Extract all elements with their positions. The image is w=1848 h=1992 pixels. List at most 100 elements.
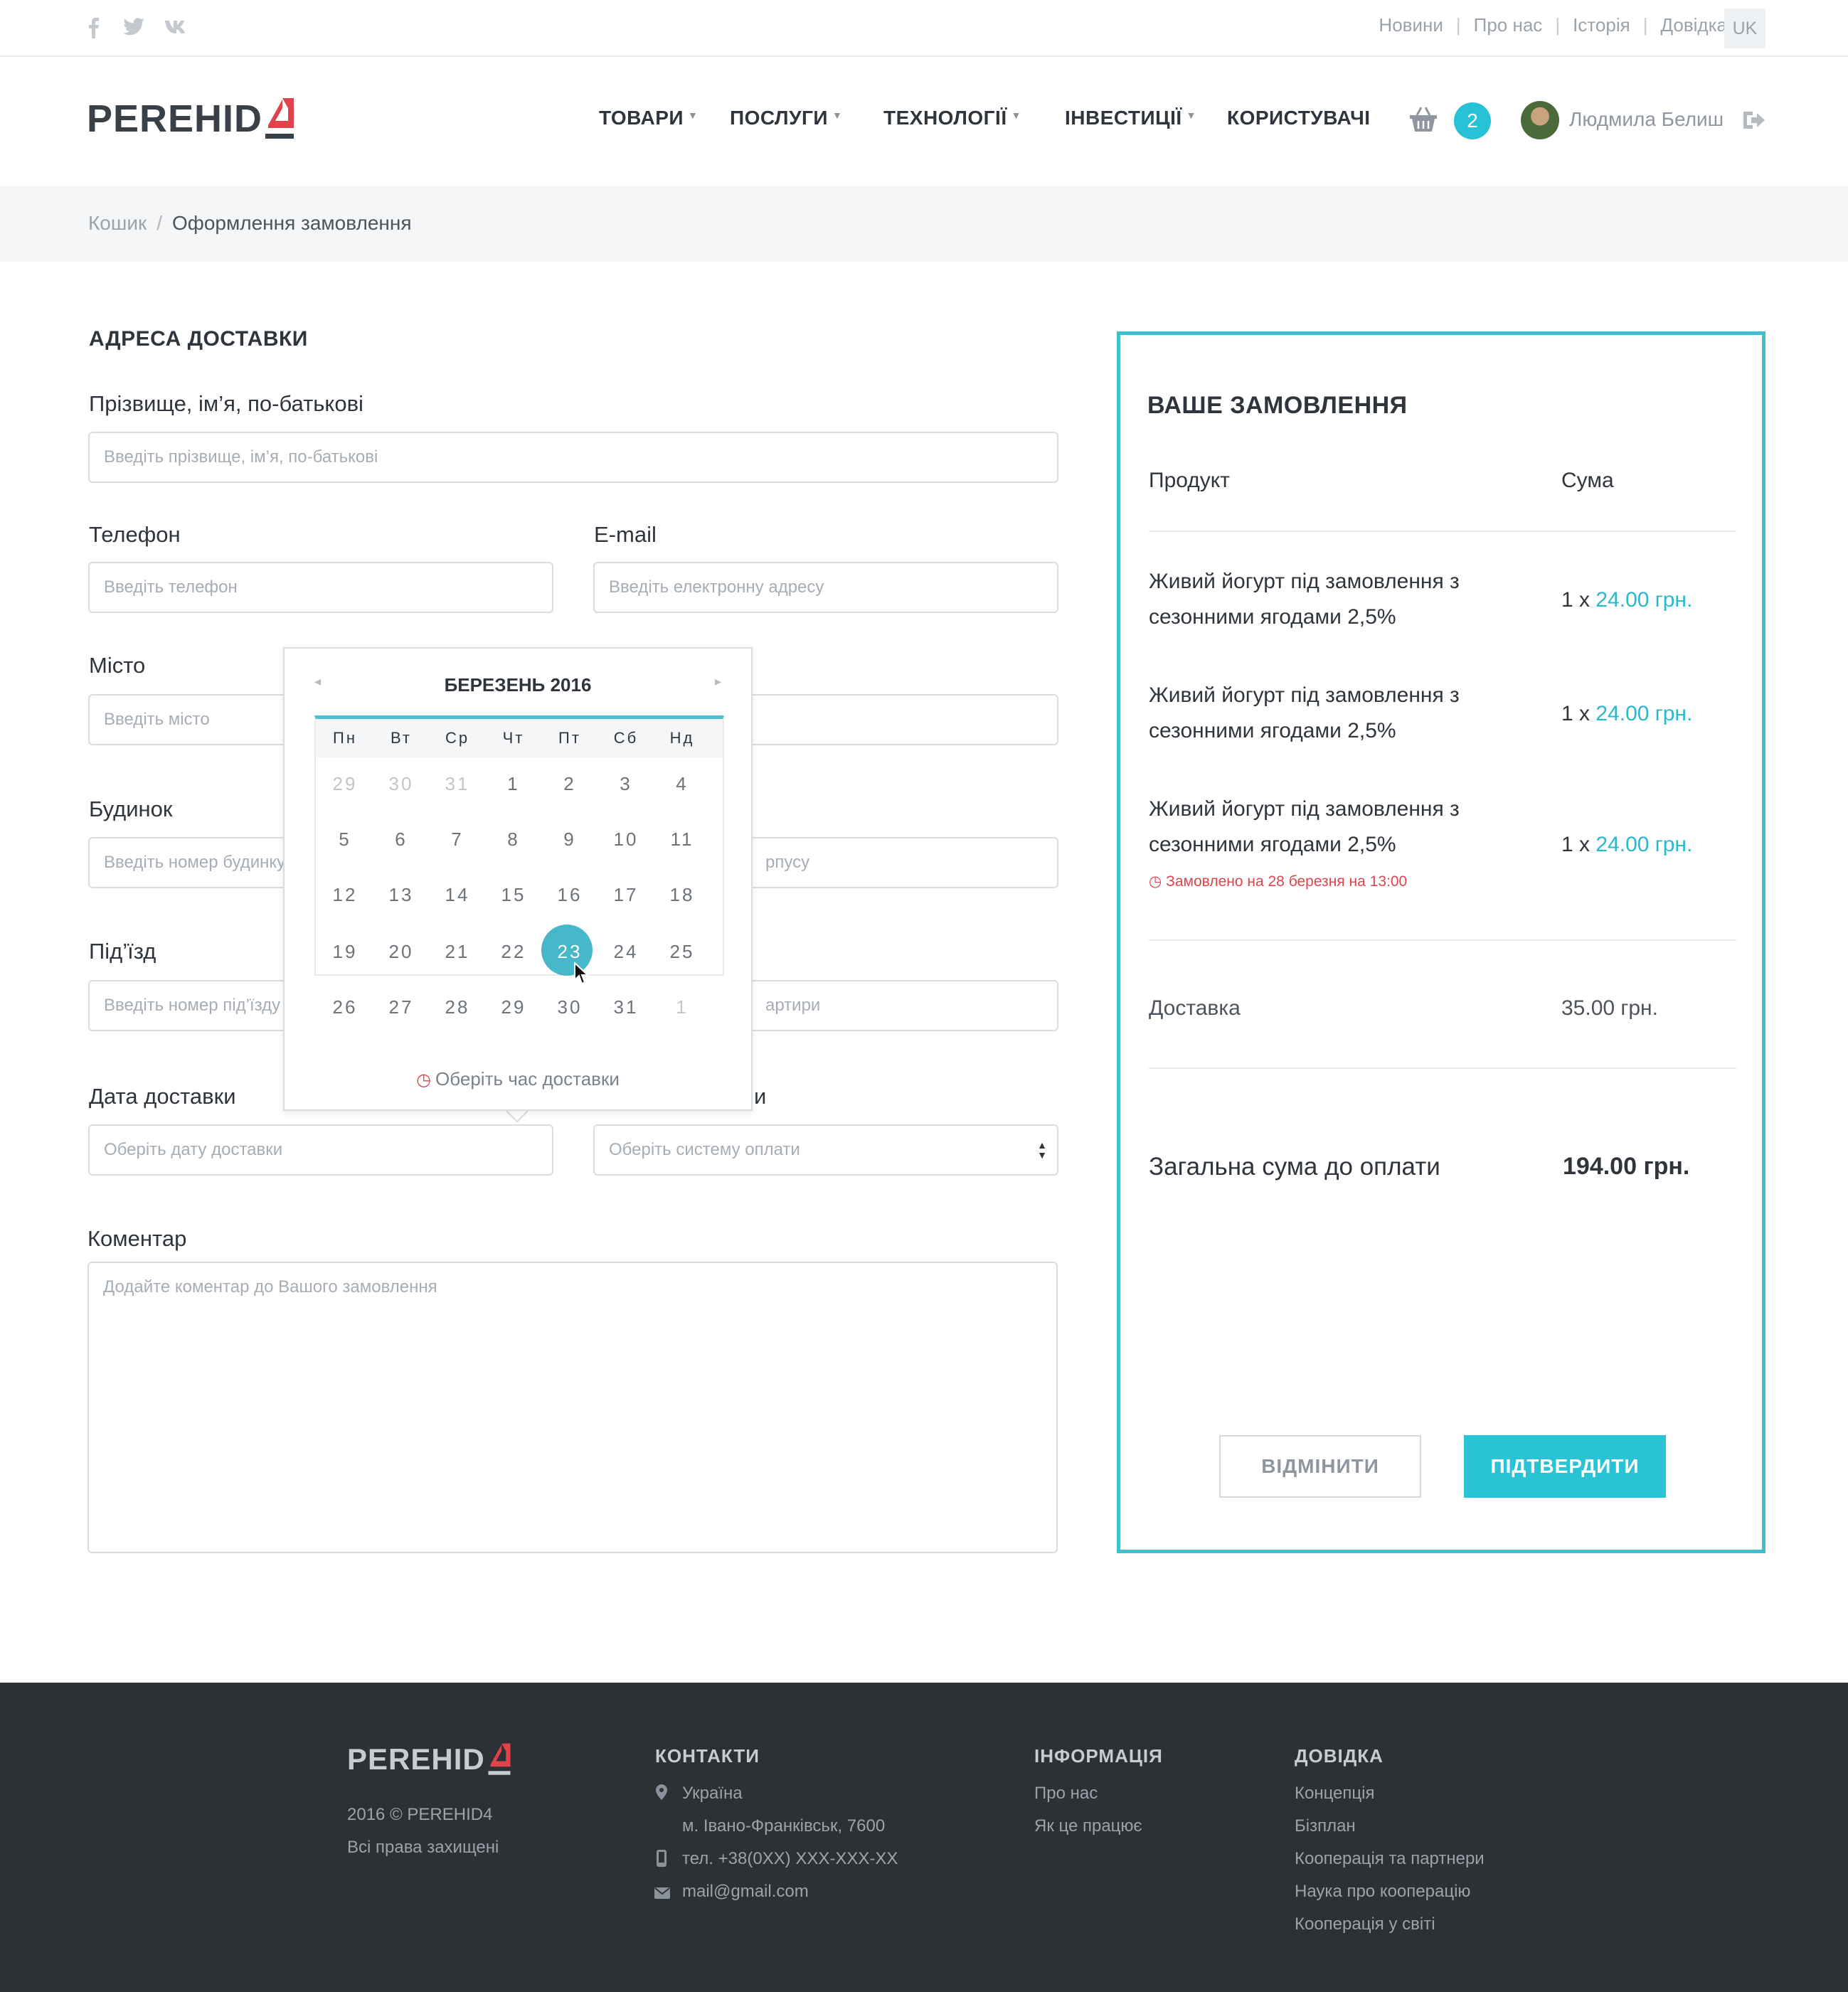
calendar-day[interactable]: 25: [654, 941, 710, 963]
calendar-day[interactable]: 22: [486, 941, 541, 963]
calendar-day[interactable]: 18: [654, 884, 710, 906]
clock-icon: ◷: [1149, 873, 1167, 890]
facebook-icon[interactable]: [87, 17, 100, 44]
nav-investments[interactable]: ІНВЕСТИЦІЇ ▼: [1065, 107, 1196, 129]
nav-products[interactable]: ТОВАРИ ▼: [599, 107, 698, 129]
comment-textarea[interactable]: Додайте коментар до Вашого замовлення: [87, 1262, 1058, 1553]
calendar-day[interactable]: 2: [542, 773, 598, 795]
breadcrumb-cart[interactable]: Кошик: [88, 212, 147, 234]
cart-count-badge[interactable]: 2: [1454, 102, 1491, 139]
calendar-day[interactable]: 27: [373, 996, 429, 1018]
footer-link-science[interactable]: Наука про кооперацію: [1295, 1882, 1470, 1902]
top-link-about[interactable]: Про нас: [1474, 14, 1543, 36]
separator: |: [1455, 14, 1461, 36]
calendar-day[interactable]: 5: [317, 829, 373, 851]
basket-icon[interactable]: [1408, 105, 1438, 137]
delivery-value: 35.00 грн.: [1561, 996, 1658, 1020]
footer-link-concept[interactable]: Концепція: [1295, 1784, 1374, 1804]
footer-link-about[interactable]: Про нас: [1034, 1784, 1098, 1804]
calendar-day[interactable]: 8: [486, 829, 541, 851]
footer-logo[interactable]: PEREHID: [347, 1742, 512, 1777]
email-input[interactable]: Введіть електронну адресу: [593, 562, 1058, 613]
logout-icon[interactable]: [1741, 110, 1765, 134]
next-month-icon[interactable]: ▸: [715, 674, 721, 689]
calendar-day[interactable]: 13: [373, 884, 429, 906]
calendar-day[interactable]: 30: [373, 773, 429, 795]
confirm-button[interactable]: ПІДТВЕРДИТИ: [1464, 1435, 1666, 1498]
calendar-day[interactable]: 31: [430, 773, 485, 795]
calendar-day[interactable]: 29: [486, 996, 541, 1018]
calendar-day[interactable]: 10: [598, 829, 654, 851]
date-picker: ◂ БЕРЕЗЕНЬ 2016 ▸ Пн Вт Ср Чт Пт Сб Нд 2…: [283, 647, 753, 1111]
calendar-day[interactable]: 15: [486, 884, 541, 906]
calendar-day[interactable]: 6: [373, 829, 429, 851]
weekday: Чт: [502, 729, 525, 747]
item-line: Живий йогурт під замовлення з: [1149, 797, 1460, 821]
nav-services[interactable]: ПОСЛУГИ ▼: [730, 107, 842, 129]
calendar-day-selected[interactable]: 23: [542, 941, 598, 963]
nav-technologies[interactable]: ТЕХНОЛОГІЇ ▼: [883, 107, 1021, 129]
avatar[interactable]: [1521, 101, 1559, 139]
email-label: E-mail: [594, 522, 657, 547]
calendar-day[interactable]: 17: [598, 884, 654, 906]
footer-logo-mark: [487, 1742, 512, 1777]
date-label: Дата доставки: [89, 1084, 236, 1109]
calendar-day[interactable]: 31: [598, 996, 654, 1018]
choose-time-link[interactable]: ◷ Оберіть час доставки: [285, 1068, 751, 1090]
note-time: 13:00: [1369, 873, 1408, 890]
calendar-day[interactable]: 14: [430, 884, 485, 906]
divider: [1149, 531, 1736, 532]
footer-link-bizplan[interactable]: Бізплан: [1295, 1816, 1356, 1836]
cancel-button[interactable]: ВІДМІНИТИ: [1219, 1435, 1421, 1498]
calendar-day[interactable]: 1: [654, 996, 710, 1018]
calendar-day[interactable]: 16: [542, 884, 598, 906]
calendar-day[interactable]: 20: [373, 941, 429, 963]
calendar-day[interactable]: 7: [430, 829, 485, 851]
calendar-day[interactable]: 4: [654, 773, 710, 795]
calendar-day[interactable]: 26: [317, 996, 373, 1018]
language-switch[interactable]: UK: [1724, 9, 1765, 48]
payment-select[interactable]: Оберіть систему оплати ▲ ▼: [593, 1124, 1058, 1176]
calendar-day[interactable]: 12: [317, 884, 373, 906]
calendar-day[interactable]: 21: [430, 941, 485, 963]
footer-link-how-it-works[interactable]: Як це працює: [1034, 1816, 1142, 1836]
date-input[interactable]: Оберіть дату доставки: [88, 1124, 553, 1176]
logo[interactable]: PEREHID: [87, 97, 295, 141]
note-text: на: [1349, 873, 1366, 890]
footer-logo-text: PEREHID: [347, 1742, 485, 1776]
phone-icon: [656, 1849, 667, 1872]
nav-users[interactable]: КОРИСТУВАЧІ: [1227, 107, 1371, 129]
note-date: 28 березня: [1268, 873, 1345, 890]
calendar-day[interactable]: 9: [542, 829, 598, 851]
col-product: Продукт: [1149, 469, 1230, 492]
fullname-input[interactable]: Введіть прізвище, ім’я, по-батькові: [88, 432, 1058, 483]
vk-icon[interactable]: [164, 17, 191, 41]
top-link-help[interactable]: Довідка: [1660, 14, 1727, 36]
calendar-day[interactable]: 28: [430, 996, 485, 1018]
user-name[interactable]: Людмила Белиш: [1569, 108, 1724, 131]
caret-down-icon: ▼: [688, 110, 699, 121]
calendar-day[interactable]: 19: [317, 941, 373, 963]
phone-input[interactable]: Введіть телефон: [88, 562, 553, 613]
calendar-day[interactable]: 30: [542, 996, 598, 1018]
top-link-history[interactable]: Історія: [1573, 14, 1630, 36]
qty: 1 x: [1561, 833, 1591, 856]
top-link-news[interactable]: Новини: [1379, 14, 1443, 36]
calendar-day[interactable]: 3: [598, 773, 654, 795]
calendar-day[interactable]: 11: [654, 829, 710, 851]
calendar-day[interactable]: 24: [598, 941, 654, 963]
contact-city: м. Івано-Франківськ, 7600: [682, 1816, 886, 1836]
price: 24.00 грн.: [1595, 588, 1693, 612]
calendar-day[interactable]: 29: [317, 773, 373, 795]
breadcrumb: Кошик / Оформлення замовлення: [88, 212, 411, 235]
weekday: Нд: [669, 729, 695, 747]
contact-email[interactable]: mail@gmail.com: [682, 1882, 809, 1902]
comment-label: Коментар: [87, 1226, 187, 1251]
calendar-day[interactable]: 1: [486, 773, 541, 795]
clock-icon: ◷: [416, 1070, 432, 1090]
twitter-icon[interactable]: [122, 17, 145, 43]
nav-label: ТОВАРИ: [599, 107, 684, 129]
select-arrows-icon: ▲ ▼: [1037, 1139, 1047, 1161]
footer-link-partners[interactable]: Кооперація та партнери: [1295, 1849, 1485, 1869]
footer-link-world[interactable]: Кооперація у світі: [1295, 1914, 1435, 1934]
